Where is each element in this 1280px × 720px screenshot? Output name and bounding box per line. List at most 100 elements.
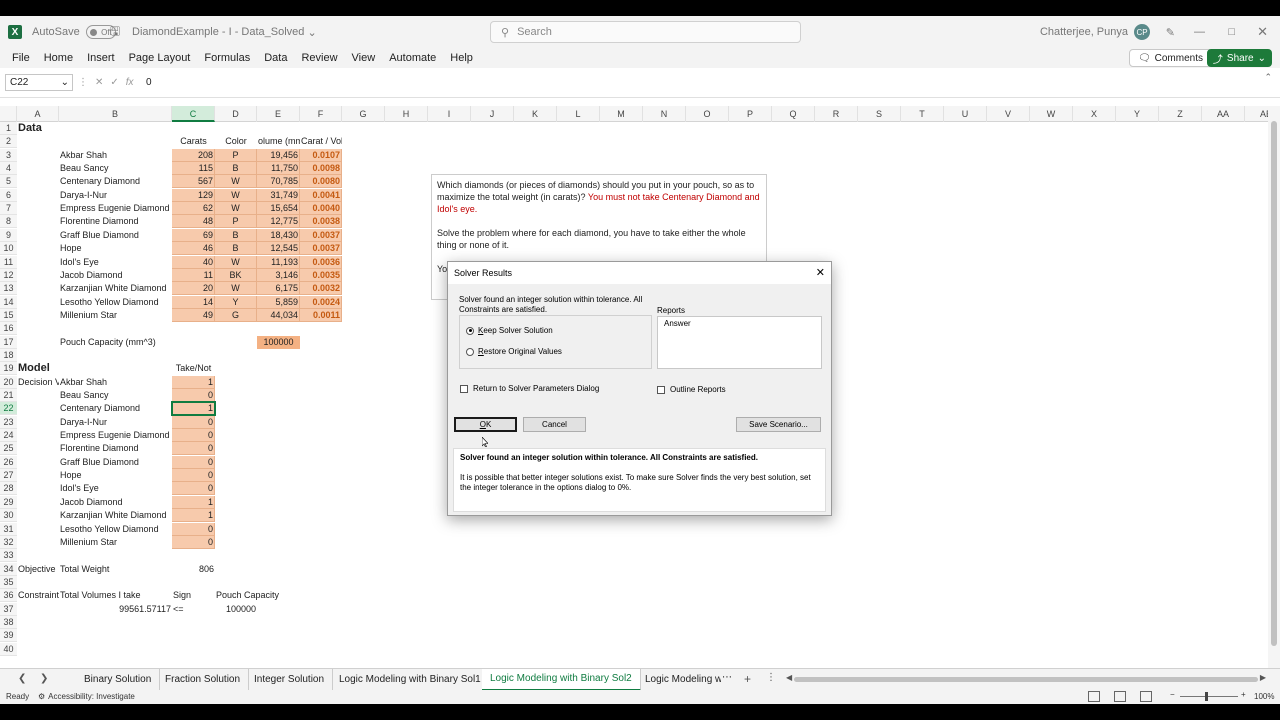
header-take-not[interactable]: Take/Not [172, 362, 215, 375]
column-header[interactable]: V [987, 106, 1030, 122]
pouch-capacity-header[interactable]: Pouch Capacity [215, 589, 300, 602]
keep-radio[interactable] [466, 326, 474, 335]
take-not-value[interactable]: 0 [172, 429, 215, 443]
row-header[interactable]: 7 [0, 202, 17, 216]
row-header[interactable]: 17 [0, 335, 17, 349]
row-header[interactable]: 2 [0, 135, 17, 149]
diamond-volume[interactable]: 31,749 [257, 188, 300, 202]
outline-checkbox[interactable] [657, 385, 665, 394]
diamond-volume[interactable]: 6,175 [257, 282, 300, 296]
avatar[interactable]: CP [1134, 24, 1150, 40]
diamond-color[interactable]: B [215, 242, 257, 256]
zoom-level[interactable]: 100% [1254, 692, 1274, 701]
user-account[interactable]: Chatterjee, Punya CP [1040, 16, 1150, 48]
row-header[interactable]: 15 [0, 308, 17, 322]
decision-label[interactable]: Decision V [17, 376, 59, 389]
sheet-tab-logic-sol1[interactable]: Logic Modeling with Binary Sol1 [331, 669, 490, 691]
return-checkbox[interactable] [460, 384, 468, 393]
diamond-ratio[interactable]: 0.0038 [300, 215, 342, 229]
dialog-title-bar[interactable]: Solver Results ✕ [448, 262, 831, 284]
diamond-color[interactable]: W [215, 188, 257, 202]
diamond-name[interactable]: Empress Eugenie Diamond [59, 202, 172, 215]
diamond-volume[interactable]: 18,430 [257, 228, 300, 242]
column-header[interactable]: J [471, 106, 514, 122]
vertical-scroll-thumb[interactable] [1271, 121, 1277, 646]
tab-formulas[interactable]: Formulas [197, 52, 257, 64]
cancel-button[interactable]: Cancel [523, 417, 586, 432]
row-header[interactable]: 6 [0, 188, 17, 202]
row-header[interactable]: 24 [0, 429, 17, 443]
row-header[interactable]: 1 [0, 122, 17, 135]
restore-values-option[interactable]: Restore Original Values [466, 347, 562, 356]
scroll-left-icon[interactable]: ◀ [786, 673, 792, 682]
row-header[interactable]: 26 [0, 455, 17, 469]
column-header[interactable]: S [858, 106, 901, 122]
data-section-title[interactable]: Data [17, 122, 59, 135]
reports-list[interactable]: Answer [657, 316, 822, 369]
column-header[interactable]: B [59, 106, 172, 122]
zoom-slider-thumb[interactable] [1205, 692, 1208, 701]
take-not-value[interactable]: 0 [172, 535, 215, 549]
page-layout-view-icon[interactable] [1114, 691, 1126, 702]
close-icon[interactable]: ✕ [1257, 16, 1268, 48]
save-icon[interactable]: 🖫 [110, 16, 120, 48]
sheet-tab-integer-solution[interactable]: Integer Solution [246, 669, 334, 691]
diamond-volume[interactable]: 12,545 [257, 242, 300, 256]
objective-label[interactable]: Objective [17, 563, 59, 576]
formula-input[interactable]: 0 [146, 74, 152, 91]
ok-button[interactable]: OK [454, 417, 517, 432]
tab-home[interactable]: Home [37, 52, 80, 64]
diamond-volume[interactable]: 19,456 [257, 148, 300, 162]
cancel-icon[interactable]: ✕ [95, 77, 103, 88]
diamond-color[interactable]: P [215, 215, 257, 229]
row-header[interactable]: 5 [0, 175, 17, 189]
model-diamond-name[interactable]: Akbar Shah [59, 376, 172, 389]
column-header[interactable]: AB [1245, 106, 1268, 122]
autosave-toggle[interactable]: AutoSave Off [32, 16, 116, 48]
row-header[interactable]: 11 [0, 255, 17, 269]
column-header[interactable]: O [686, 106, 729, 122]
accessibility-status[interactable]: ⚙ Accessibility: Investigate [38, 692, 135, 701]
model-diamond-name[interactable]: Idol's Eye [59, 482, 172, 495]
diamond-volume[interactable]: 3,146 [257, 268, 300, 282]
return-to-parameters-option[interactable]: Return to Solver Parameters Dialog [460, 384, 599, 393]
column-header[interactable]: M [600, 106, 643, 122]
page-break-view-icon[interactable] [1140, 691, 1152, 702]
tab-data[interactable]: Data [257, 52, 294, 64]
row-header[interactable]: 25 [0, 442, 17, 456]
column-header[interactable]: T [901, 106, 944, 122]
take-not-value[interactable]: 0 [172, 389, 215, 402]
sheet-tab-logic-truncated[interactable]: Logic Modeling w [637, 669, 721, 691]
diamond-color[interactable]: W [215, 255, 257, 269]
diamond-color[interactable]: P [215, 148, 257, 162]
tab-review[interactable]: Review [294, 52, 344, 64]
take-not-value[interactable]: 0 [172, 522, 215, 536]
diamond-color[interactable]: W [215, 282, 257, 296]
sheet-tab-binary-solution[interactable]: Binary Solution [76, 669, 161, 691]
diamond-name[interactable]: Karzanjian White Diamond [59, 282, 172, 295]
take-not-value[interactable]: 0 [172, 442, 215, 456]
diamond-carats[interactable]: 48 [172, 215, 215, 229]
row-header[interactable]: 8 [0, 215, 17, 229]
model-diamond-name[interactable]: Hope [59, 469, 172, 482]
report-item-answer[interactable]: Answer [664, 319, 815, 328]
header-color[interactable]: Color [215, 135, 257, 148]
row-header[interactable]: 3 [0, 148, 17, 162]
constraint-label[interactable]: Constraint [17, 589, 59, 602]
select-all-corner[interactable] [0, 106, 17, 122]
row-header[interactable]: 10 [0, 242, 17, 256]
column-header[interactable]: G [342, 106, 385, 122]
row-header[interactable]: 39 [0, 629, 17, 643]
diamond-name[interactable]: Florentine Diamond [59, 215, 172, 228]
diamond-carats[interactable]: 567 [172, 175, 215, 189]
row-header[interactable]: 18 [0, 348, 17, 362]
diamond-name[interactable]: Jacob Diamond [59, 269, 172, 282]
column-header[interactable]: L [557, 106, 600, 122]
model-diamond-name[interactable]: Lesotho Yellow Diamond [59, 523, 172, 536]
function-icon[interactable]: fx [126, 77, 134, 88]
column-header[interactable]: N [643, 106, 686, 122]
diamond-name[interactable]: Idol's Eye [59, 256, 172, 269]
row-header[interactable]: 31 [0, 522, 17, 536]
column-header[interactable]: U [944, 106, 987, 122]
row-header[interactable]: 34 [0, 562, 17, 576]
